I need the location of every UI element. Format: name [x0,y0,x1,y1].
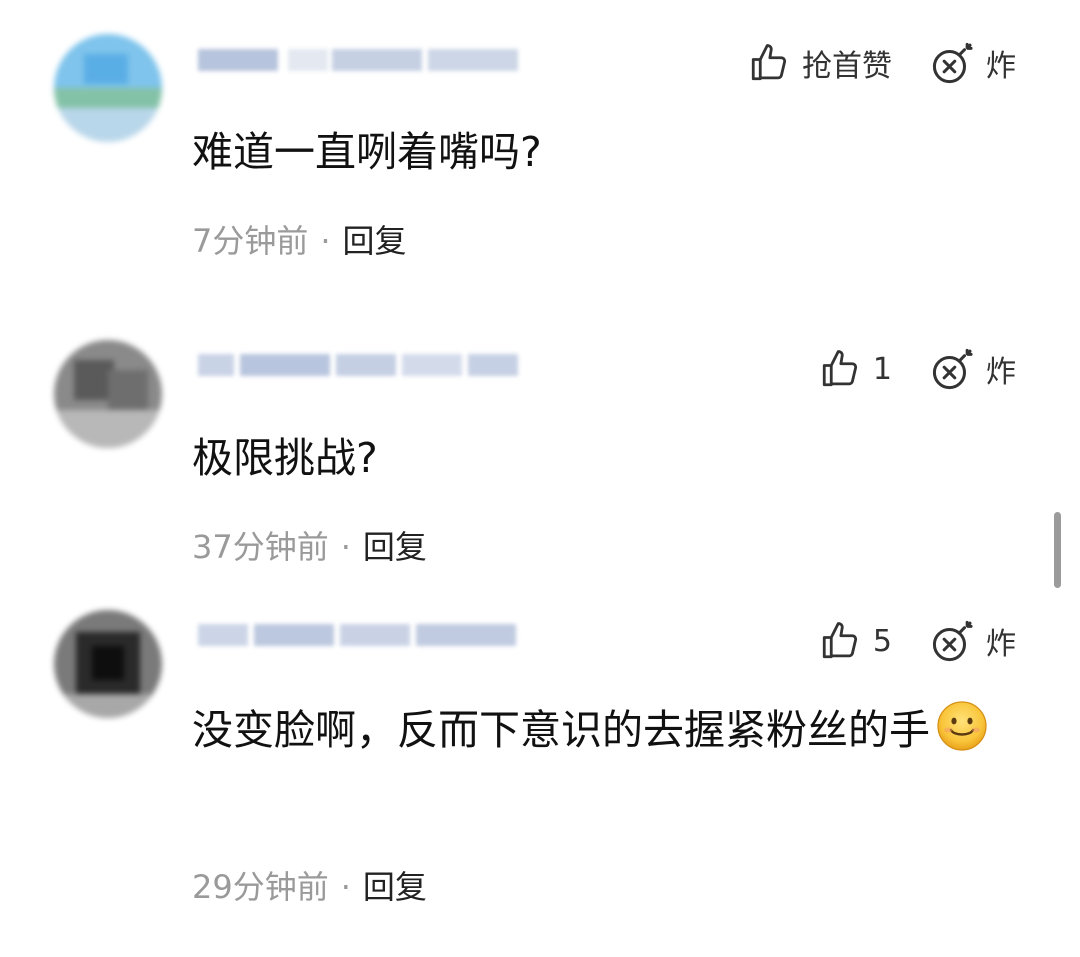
bomb-label: 炸 [986,355,1016,390]
like-button[interactable]: 5 [819,620,892,662]
comment-actions: 抢首赞 炸 [748,40,1016,86]
meta-separator: · [340,528,351,566]
bomb-button[interactable]: 炸 [930,618,1016,664]
scrollbar-thumb[interactable] [1054,512,1061,588]
bomb-icon [932,348,973,390]
like-button[interactable]: 1 [819,348,892,390]
like-count: 1 [872,351,892,387]
comment-time: 7分钟前 [192,222,309,260]
bomb-icon [932,620,973,662]
bomb-label: 炸 [986,627,1016,662]
avatar[interactable] [54,610,162,718]
bomb-icon [932,42,973,84]
bomb-button[interactable]: 炸 [930,40,1016,86]
avatar[interactable] [54,34,162,142]
comment-text-content: 没变脸啊，反而下意识的去握紧粉丝的手 [192,706,930,754]
comment-time: 29分钟前 [192,868,329,906]
username-blurred[interactable] [192,620,522,650]
thumbs-up-icon [822,622,857,659]
like-button[interactable]: 抢首赞 [748,41,892,85]
smiling-face-emoji-icon [937,701,987,751]
comment-meta: 29分钟前 · 回复 [192,862,427,908]
thumbs-up-icon [751,44,787,81]
reply-button[interactable]: 回复 [363,868,427,906]
avatar[interactable] [54,340,162,448]
username-blurred[interactable] [192,45,522,75]
bomb-button[interactable]: 炸 [930,346,1016,392]
comment-time: 37分钟前 [192,528,329,566]
thumbs-up-icon [822,350,857,387]
comment-text: 没变脸啊，反而下意识的去握紧粉丝的手 [192,698,1024,762]
comment-meta: 7分钟前 · 回复 [192,216,407,262]
meta-separator: · [320,222,331,260]
reply-button[interactable]: 回复 [363,528,427,566]
meta-separator: · [340,868,351,906]
comment-actions: 5 炸 [819,618,1016,664]
comment-text: 极限挑战? [192,434,378,482]
username-blurred[interactable] [192,350,522,380]
bomb-label: 炸 [986,49,1016,84]
reply-button[interactable]: 回复 [343,222,407,260]
like-label: 抢首赞 [802,49,892,84]
comment-text: 难道一直咧着嘴吗? [192,128,542,176]
comment-actions: 1 炸 [819,346,1016,392]
like-count: 5 [872,623,892,659]
comment-meta: 37分钟前 · 回复 [192,522,427,568]
